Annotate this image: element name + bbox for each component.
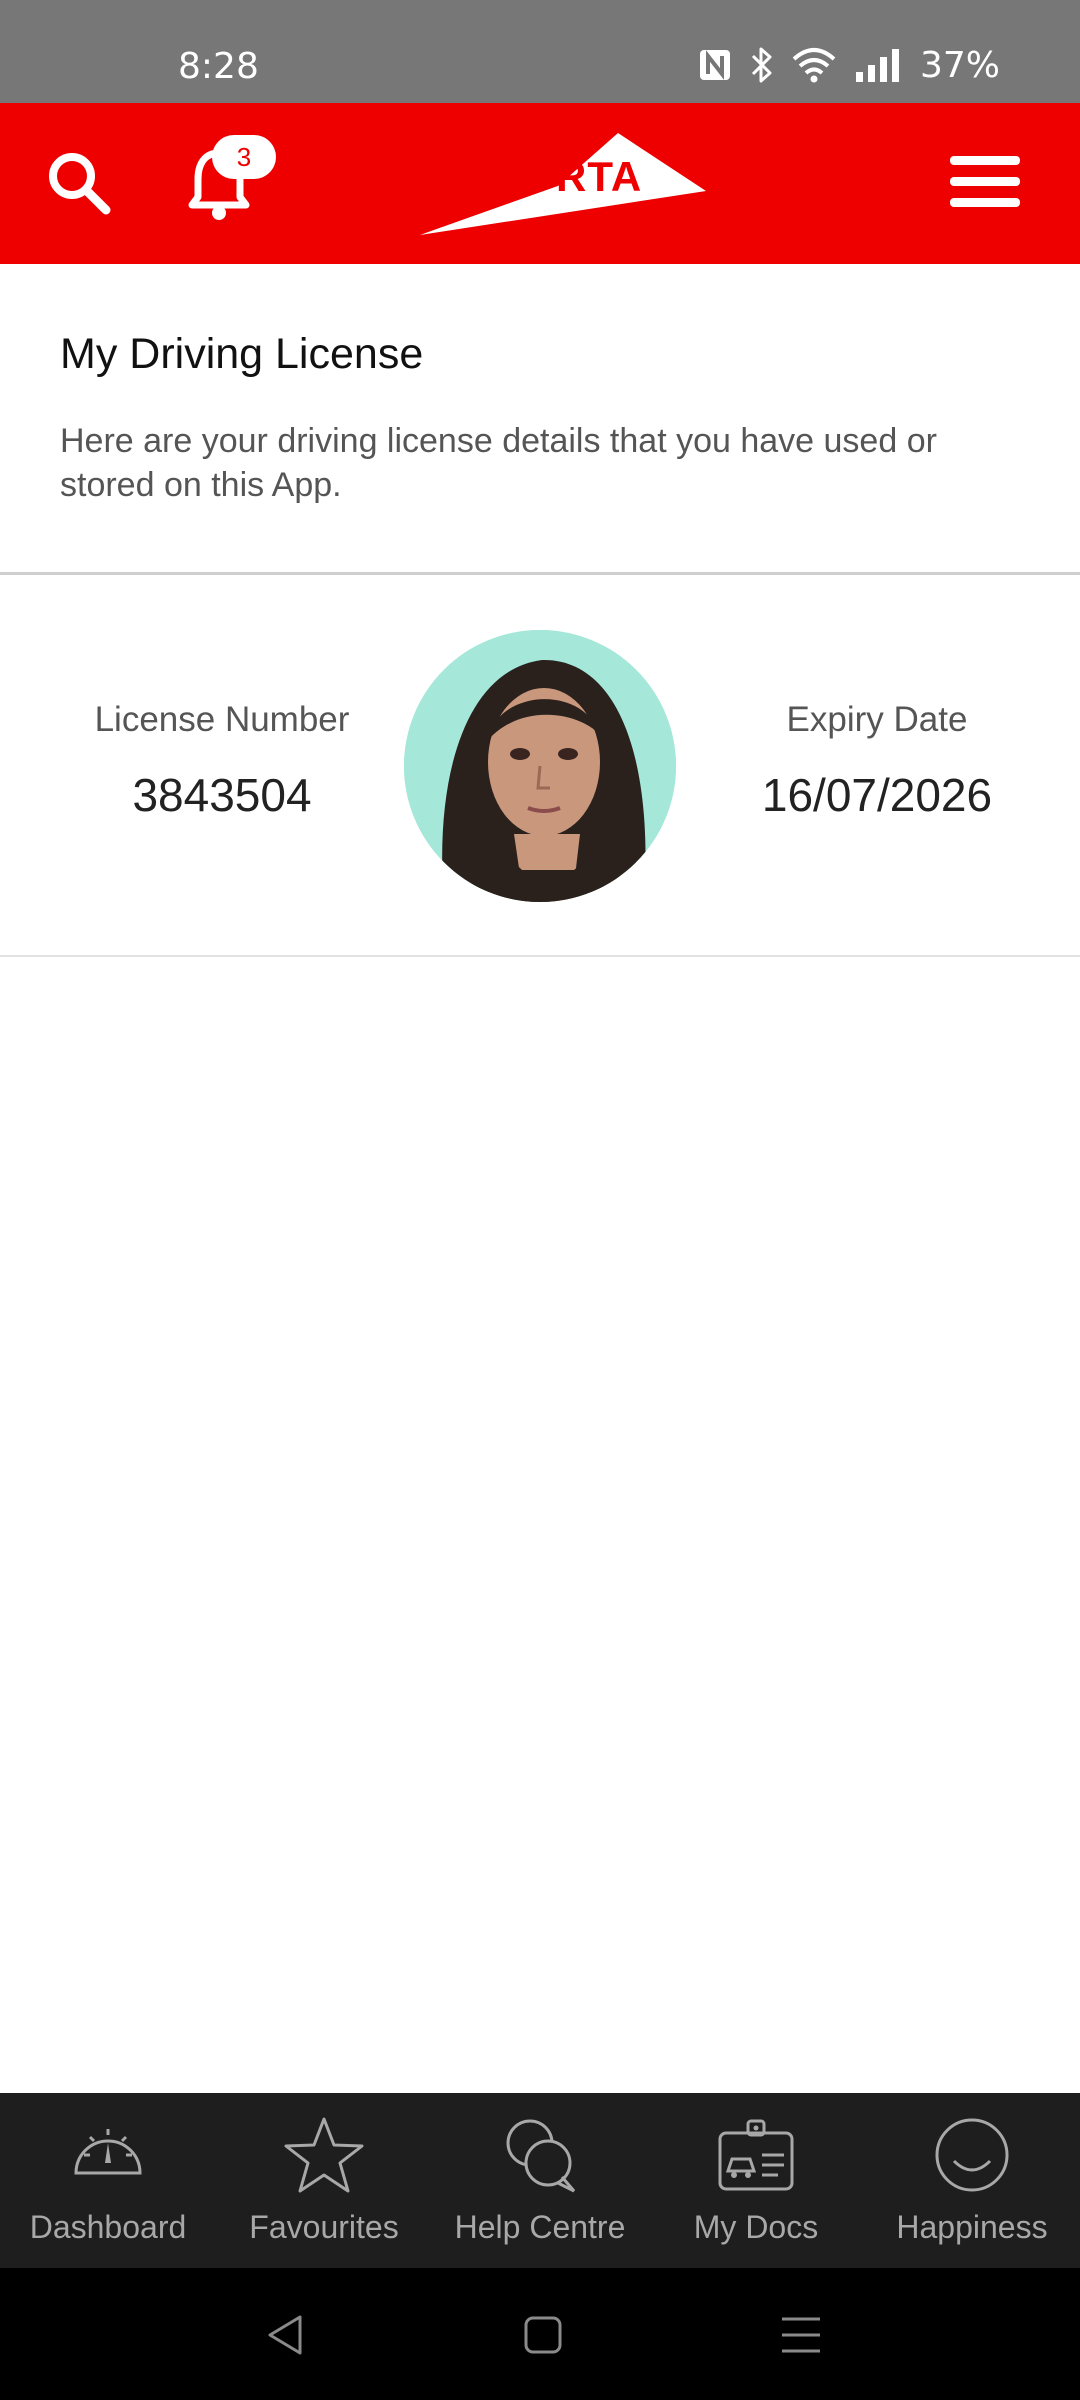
nav-favourites[interactable]: Favourites bbox=[216, 2093, 432, 2268]
app-header: 3 RTA bbox=[0, 103, 1080, 264]
wifi-icon bbox=[792, 48, 836, 83]
person-photo bbox=[404, 630, 676, 902]
search-button[interactable] bbox=[44, 148, 114, 218]
menu-icon bbox=[950, 156, 1020, 207]
license-photo bbox=[404, 630, 676, 902]
nav-dashboard[interactable]: Dashboard bbox=[0, 2093, 216, 2268]
expiry-date-block: Expiry Date 16/07/2026 bbox=[697, 700, 1057, 822]
notification-badge: 3 bbox=[212, 135, 276, 179]
nav-label: Help Centre bbox=[454, 2209, 626, 2245]
menu-button[interactable] bbox=[950, 156, 1020, 212]
rta-logo-text: RTA bbox=[556, 153, 643, 200]
speedometer-icon bbox=[74, 2129, 142, 2175]
license-number-label: License Number bbox=[94, 700, 350, 739]
divider bbox=[0, 955, 1080, 957]
recents-icon[interactable] bbox=[776, 2313, 826, 2357]
nav-label: Dashboard bbox=[29, 2209, 187, 2245]
intro-section: My Driving License Here are your driving… bbox=[60, 330, 1020, 507]
expiry-date-value: 16/07/2026 bbox=[761, 769, 993, 821]
nav-my-docs[interactable]: My Docs bbox=[648, 2093, 864, 2268]
license-number-block: License Number 3843504 bbox=[42, 700, 402, 822]
nav-happiness[interactable]: Happiness bbox=[864, 2093, 1080, 2268]
license-number-value: 3843504 bbox=[132, 769, 312, 821]
back-icon[interactable] bbox=[262, 2313, 312, 2357]
home-icon[interactable] bbox=[518, 2313, 568, 2357]
status-time: 8:28 bbox=[178, 46, 259, 87]
page-description: Here are your driving license details th… bbox=[60, 422, 937, 504]
bottom-nav: Dashboard Favourites Help Centre My Docs… bbox=[0, 2093, 1080, 2268]
smiley-icon bbox=[935, 2118, 1009, 2192]
nav-label: Happiness bbox=[896, 2209, 1048, 2245]
notifications-button[interactable]: 3 bbox=[184, 135, 284, 225]
search-icon bbox=[49, 153, 111, 215]
nav-label: Favourites bbox=[249, 2209, 399, 2245]
signal-icon bbox=[855, 49, 899, 82]
status-bar: 8:28 37% bbox=[0, 0, 1080, 103]
battery-percent: 37% bbox=[919, 44, 1000, 86]
id-card-icon bbox=[718, 2119, 794, 2191]
chat-bubbles-icon bbox=[506, 2119, 576, 2193]
system-nav bbox=[0, 2268, 1080, 2400]
page-title: My Driving License bbox=[60, 330, 424, 378]
status-icons: 37% bbox=[698, 44, 1000, 86]
bluetooth-icon bbox=[751, 47, 772, 83]
screen: 8:28 37% 3 RTA My Driving License Here a… bbox=[0, 0, 1080, 2400]
expiry-date-label: Expiry Date bbox=[786, 700, 968, 739]
rta-logo[interactable]: RTA bbox=[418, 131, 708, 241]
star-icon bbox=[284, 2117, 364, 2193]
nav-label: My Docs bbox=[693, 2209, 819, 2245]
license-card: License Number 3843504 Expiry Date 16/07… bbox=[0, 575, 1080, 955]
nfc-icon bbox=[699, 50, 730, 80]
nav-help-centre[interactable]: Help Centre bbox=[432, 2093, 648, 2268]
